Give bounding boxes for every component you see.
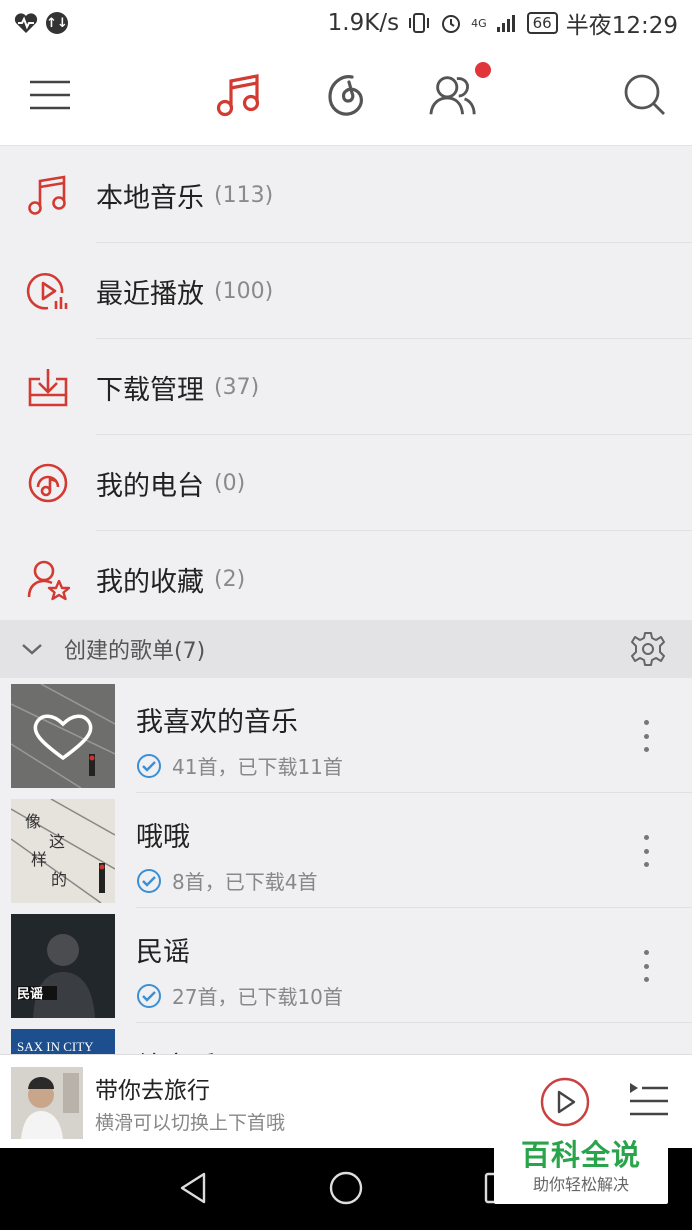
- downloaded-check-icon: [137, 983, 161, 1008]
- more-options-button[interactable]: [636, 950, 656, 982]
- playlist-name: 纯音乐: [136, 1045, 217, 1054]
- section-title: 创建的歌单(7): [64, 639, 206, 664]
- queue-icon: [630, 1083, 668, 1116]
- download-icon: [28, 369, 68, 407]
- mini-player[interactable]: 带你去旅行 横滑可以切换上下首哦: [0, 1054, 692, 1148]
- network-speed: 1.9K/s: [327, 10, 400, 36]
- top-navigation: [0, 46, 692, 146]
- battery-level: 66: [526, 12, 558, 34]
- home-icon: [329, 1171, 363, 1205]
- svg-text:这: 这: [49, 832, 65, 851]
- play-icon: [540, 1077, 590, 1127]
- network-type: 4G: [471, 16, 487, 30]
- menu-item-radio[interactable]: 我的电台 (0): [0, 435, 692, 531]
- recent-play-icon: [26, 273, 68, 310]
- tab-discover[interactable]: [321, 70, 371, 120]
- svg-text:的: 的: [51, 870, 67, 889]
- tab-my-music[interactable]: [214, 70, 264, 120]
- playlist-cover: [11, 684, 115, 788]
- music-note-icon: [28, 175, 66, 215]
- svg-text:样: 样: [31, 850, 47, 869]
- menu-count: (2): [214, 566, 246, 592]
- friends-icon: [429, 76, 476, 115]
- vibrate-icon: [409, 13, 430, 33]
- playlist-name: 我喜欢的音乐: [136, 707, 298, 738]
- menu-item-downloads[interactable]: 下载管理 (37): [0, 339, 692, 435]
- playlist-meta: 27首，已下载10首: [172, 985, 343, 1009]
- radio-icon: [28, 463, 68, 503]
- play-button[interactable]: [540, 1077, 590, 1127]
- cover-text: SAX IN CITY: [17, 1039, 94, 1054]
- playlist-cover: 像这样的: [11, 799, 115, 903]
- menu-item-favorites[interactable]: 我的收藏 (2): [0, 531, 692, 627]
- svg-text:像: 像: [25, 812, 41, 831]
- playlist-settings-button[interactable]: [630, 631, 666, 667]
- watermark-logo: 百科全说 助你轻松解决: [494, 1136, 668, 1204]
- playlist-name: 民谣: [136, 937, 190, 968]
- chevron-down-icon: [22, 644, 42, 655]
- alarm-icon: [442, 15, 461, 33]
- home-button[interactable]: [326, 1168, 366, 1208]
- playlist-row[interactable]: 像这样的 哦哦 8首，已下载4首: [0, 793, 692, 908]
- menu-label: 最近播放: [96, 278, 204, 310]
- more-options-button[interactable]: [636, 720, 656, 752]
- menu-count: (37): [214, 374, 260, 400]
- signal-icon: [496, 15, 515, 32]
- playlist-row[interactable]: 我喜欢的音乐 41首，已下载11首: [0, 678, 692, 793]
- status-bar: ↑↓ 1.9K/s 4G 66 半夜12:29: [0, 0, 692, 46]
- watermark-title: 百科全说: [520, 1138, 641, 1172]
- now-playing-title: 带你去旅行: [95, 1078, 210, 1104]
- music-icon: [216, 74, 260, 117]
- notification-dot: [475, 62, 491, 78]
- more-options-button[interactable]: [636, 835, 656, 867]
- playlist-row[interactable]: SAX IN CITY 纯音乐: [0, 1023, 692, 1054]
- menu-label: 我的收藏: [96, 566, 204, 598]
- menu-item-recent-play[interactable]: 最近播放 (100): [0, 243, 692, 339]
- playlist-name: 哦哦: [136, 822, 190, 853]
- favorite-user-icon: [27, 560, 70, 601]
- menu-item-local-music[interactable]: 本地音乐 (113): [0, 147, 692, 243]
- playlist-queue-button[interactable]: [628, 1081, 670, 1121]
- search-button[interactable]: [620, 70, 670, 120]
- playlist-cover: 民谣: [11, 914, 115, 1018]
- search-icon: [624, 74, 665, 115]
- downloaded-check-icon: [137, 868, 161, 893]
- menu-count: (100): [214, 278, 274, 304]
- gear-icon: [631, 632, 665, 666]
- drawer-menu-button[interactable]: [25, 70, 75, 120]
- playlist-meta: 41首，已下载11首: [172, 755, 343, 779]
- svg-text:民谣: 民谣: [17, 986, 43, 1002]
- playlist-cover: SAX IN CITY: [11, 1029, 115, 1054]
- playlist-list: 我喜欢的音乐 41首，已下载11首 像这样的 哦哦 8首，已下载4首 民谣 民谣: [0, 678, 692, 1054]
- playlist-row[interactable]: 民谣 民谣 27首，已下载10首: [0, 908, 692, 1023]
- menu-label: 我的电台: [96, 470, 204, 502]
- clock: 半夜12:29: [565, 13, 678, 39]
- created-playlists-header[interactable]: 创建的歌单(7): [0, 620, 692, 678]
- now-playing-cover: [11, 1067, 83, 1139]
- downloaded-check-icon: [137, 753, 161, 778]
- menu-label: 本地音乐: [96, 182, 204, 214]
- playlist-meta: 8首，已下载4首: [172, 870, 318, 894]
- now-playing-hint: 横滑可以切换上下首哦: [95, 1112, 286, 1134]
- hamburger-icon: [30, 80, 70, 110]
- menu-count: (113): [214, 182, 274, 208]
- netease-icon: [328, 75, 363, 116]
- my-music-menu: 本地音乐 (113) 最近播放 (100) 下载管理 (37) 我的电台 (0)…: [0, 147, 692, 627]
- menu-count: (0): [214, 470, 246, 496]
- back-button[interactable]: [174, 1168, 214, 1208]
- menu-label: 下载管理: [96, 374, 204, 406]
- back-icon: [180, 1172, 206, 1204]
- health-heart-icon: [14, 13, 38, 33]
- data-saver-icon: ↑↓: [46, 12, 68, 34]
- tab-friends[interactable]: [428, 70, 478, 120]
- watermark-subtitle: 助你轻松解决: [532, 1175, 629, 1194]
